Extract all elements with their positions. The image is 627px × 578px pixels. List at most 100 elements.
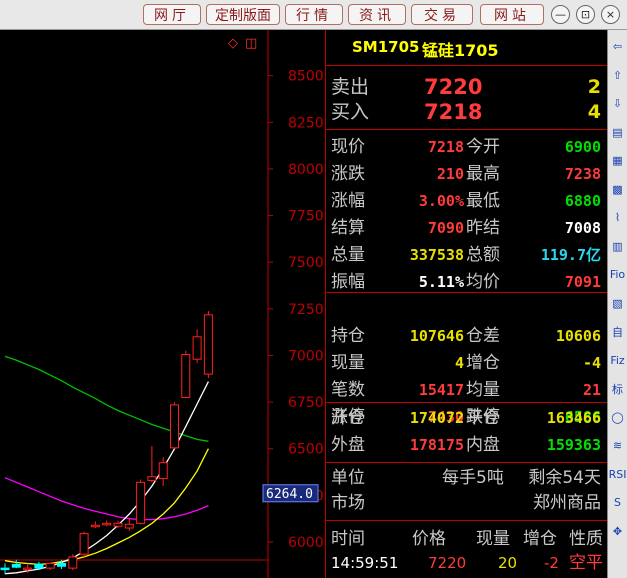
sidebar-tool-icon[interactable]: 标	[609, 380, 626, 397]
divider	[326, 129, 607, 130]
current-price-label: 6264.0	[266, 487, 313, 502]
tick-price: 7220	[428, 554, 467, 572]
stat-value: 7091	[564, 273, 601, 291]
news-button[interactable]: 资讯	[348, 4, 406, 25]
unit-label: 单位	[331, 468, 365, 488]
price-tick-label: 7000	[288, 348, 324, 364]
sidebar-tool-icon[interactable]: ✥	[609, 523, 626, 540]
tick-oi-change: -2	[544, 554, 559, 572]
tick-col-volume: 现量	[476, 529, 510, 549]
sidebar-tool-icon[interactable]: ▤	[609, 124, 626, 141]
stat-value: 4	[454, 354, 464, 372]
stat-value: 3.00%	[418, 192, 464, 210]
price-tick-label: 6500	[288, 442, 324, 458]
stat-value: 6880	[564, 192, 601, 210]
restore-icon[interactable]: ⊡	[576, 5, 595, 24]
contract-name: 锰硅1705	[422, 41, 499, 60]
contract-code: SM1705	[352, 38, 420, 56]
ma-line-yellow	[4, 448, 209, 566]
candle-body	[181, 354, 191, 398]
stat-row: 外盘 178175 内盘 159363	[326, 434, 607, 457]
candle-body	[147, 476, 157, 481]
stat-value: 174072	[409, 409, 464, 427]
stat-row: 涨跌 210 最高 7238	[326, 163, 607, 186]
sidebar-tool-icon[interactable]: ▧	[609, 295, 626, 312]
stat-value: 15417	[418, 381, 464, 399]
stat-label: 总额	[466, 245, 500, 265]
stat-row: 总量 337538 总额 119.7亿	[326, 244, 607, 267]
candle-body	[102, 522, 112, 526]
sidebar-tool-icon[interactable]: ◯	[609, 409, 626, 426]
sidebar-tool-icon[interactable]: ≋	[609, 437, 626, 454]
stat-value: 5.11%	[418, 273, 464, 291]
stat-row: 开仓 174072 平仓 163466	[326, 407, 607, 430]
sidebar-tool-icon[interactable]: ⇩	[609, 95, 626, 112]
sidebar-tool-icon[interactable]: Fio	[609, 266, 626, 283]
sidebar-tool-icon[interactable]: ⌇	[609, 209, 626, 226]
stat-value: 337538	[409, 246, 464, 264]
sidebar-tool-icon[interactable]: Fiz	[609, 352, 626, 369]
stat-value: -4	[582, 354, 601, 372]
sidebar-tool-icon[interactable]: ⇧	[609, 67, 626, 84]
minimize-icon[interactable]: —	[551, 5, 570, 24]
stat-value: 210	[436, 165, 464, 183]
stat-value: 6900	[564, 138, 601, 156]
stat-label: 增仓	[466, 353, 500, 373]
sell-row: 卖出 7220 2	[326, 74, 607, 100]
tick-col-oi-change: 增仓	[523, 529, 557, 549]
stat-label: 振幅	[331, 272, 365, 292]
tick-header-row: 时间 价格 现量 增仓 性质	[326, 528, 607, 551]
market-label: 市场	[331, 493, 365, 513]
tick-volume: 20	[498, 554, 518, 572]
stat-label: 内盘	[466, 435, 500, 455]
candle-body	[11, 563, 21, 568]
buy-label: 买入	[331, 101, 370, 123]
tick-col-nature: 性质	[569, 529, 603, 549]
hall-button[interactable]: 网厅	[143, 4, 201, 25]
sidebar-tool-icon[interactable]: ▩	[609, 181, 626, 198]
candle-body	[23, 567, 33, 571]
market-value: 郑州商品	[533, 493, 601, 513]
sidebar-tool-icon[interactable]: RSI	[609, 466, 627, 483]
candle-body	[136, 481, 146, 524]
stat-label: 最高	[466, 164, 500, 184]
custom-layout-button[interactable]: 定制版面	[206, 4, 280, 25]
price-tick-label: 6750	[288, 395, 324, 411]
tick-row[interactable]: 14:59:51 7220 20 -2 空平	[326, 552, 607, 575]
kline-chart[interactable]: 8500825080007750750072507000675065006250…	[0, 30, 325, 578]
stat-value: 178175	[409, 436, 464, 454]
stat-row: 现量 4 增仓 -4	[326, 352, 607, 375]
candle-body	[90, 524, 100, 528]
buy-row: 买入 7218 4	[326, 99, 607, 125]
stat-row: 笔数 15417 均量 21	[326, 379, 607, 402]
market-button[interactable]: 行情	[285, 4, 343, 25]
price-tick-label: 8500	[288, 69, 324, 85]
stat-value: 119.7亿	[540, 246, 601, 264]
stat-label: 涨幅	[331, 191, 365, 211]
stat-label: 最低	[466, 191, 500, 211]
sidebar-tool-icon[interactable]: ⇦	[609, 38, 626, 55]
tick-col-price: 价格	[412, 529, 446, 549]
trade-button[interactable]: 交易	[411, 4, 473, 25]
sidebar-tool-icon[interactable]: 自	[609, 323, 626, 340]
stat-value: 107646	[409, 327, 464, 345]
stat-value: 21	[582, 381, 601, 399]
stat-label: 现量	[331, 353, 365, 373]
stat-row: 现价 7218 今开 6900	[326, 136, 607, 159]
unit-row: 单位 每手5吨 剩余54天	[326, 467, 607, 490]
stat-label: 笔数	[331, 380, 365, 400]
sidebar-tool-icon[interactable]: ▥	[609, 238, 626, 255]
website-button[interactable]: 网站	[480, 4, 544, 25]
sidebar-tool-icon[interactable]: S	[609, 494, 626, 511]
sidebar-tool-icon[interactable]: ▦	[609, 152, 626, 169]
remaining-days: 剩余54天	[528, 468, 601, 488]
candle-body	[0, 567, 10, 571]
quote-header: SM1705 锰硅1705	[326, 30, 607, 65]
divider	[326, 520, 607, 521]
stat-label: 结算	[331, 218, 365, 238]
close-icon[interactable]: ×	[601, 5, 620, 24]
candle-body	[124, 523, 134, 529]
stat-row: 持仓 107646 仓差 10606	[326, 325, 607, 348]
stat-value: 7218	[427, 138, 464, 156]
stat-value: 7008	[564, 219, 601, 237]
